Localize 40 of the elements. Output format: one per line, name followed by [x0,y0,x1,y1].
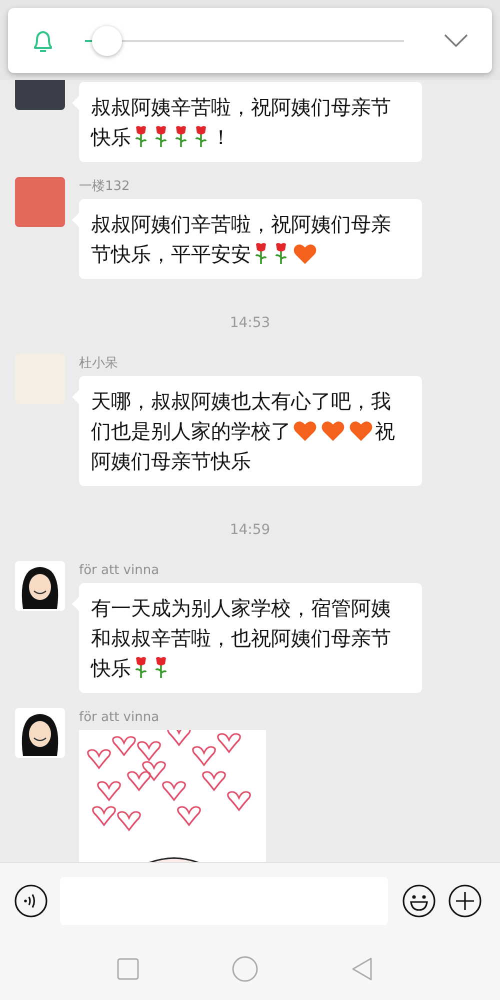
message-text: 节快乐，平平安安 [91,241,251,268]
message-text: 快乐 [91,655,131,682]
timestamp: 14:59 [230,521,270,540]
message-text: 叔叔阿姨们辛苦啦，祝阿姨们母亲 [91,211,391,238]
message-text: 们也是别人家的学校了 [91,418,291,445]
rose-icon [153,124,169,148]
volume-slider[interactable] [85,26,404,56]
back-icon[interactable] [351,957,374,981]
avatar-placeholder[interactable] [15,708,65,758]
plus-icon[interactable] [448,884,482,918]
avatar-placeholder[interactable] [15,561,65,611]
message-text: 天哪，叔叔阿姨也太有心了吧，我 [91,388,391,415]
timestamp: 14:53 [230,314,270,333]
voice-icon[interactable] [14,884,48,918]
heart-icon [349,420,373,442]
sender-name: för att vinna [79,563,160,579]
sender-name: för att vinna [79,710,160,726]
message-text: 阿姨们母亲节快乐 [91,448,251,475]
rose-icon [133,124,149,148]
sender-name: 杜小呆 [79,356,118,372]
chevron-down-icon[interactable] [444,34,468,48]
recent-apps-icon[interactable] [116,958,139,980]
emoji-icon[interactable] [402,884,436,918]
rose-icon [173,124,189,148]
message-text: 祝 [375,418,395,445]
rose-icon [133,655,149,679]
message-text: 有一天成为别人家学校，宿管阿姨 [91,595,391,622]
sender-name: 一楼132 [79,179,130,195]
rose-icon [273,241,289,265]
heart-icon [321,420,345,442]
heart-icon [293,420,317,442]
heart-icon [293,243,317,265]
rose-icon [253,241,269,265]
message-text: 和叔叔辛苦啦，也祝阿姨们母亲节 [91,625,391,652]
rose-icon [153,655,169,679]
message-text: 快乐 [91,124,131,151]
home-icon[interactable] [232,956,258,982]
message-text: ！ [211,124,231,151]
rose-icon [193,124,209,148]
message-text: 叔叔阿姨辛苦啦，祝阿姨们母亲节 [91,94,391,121]
